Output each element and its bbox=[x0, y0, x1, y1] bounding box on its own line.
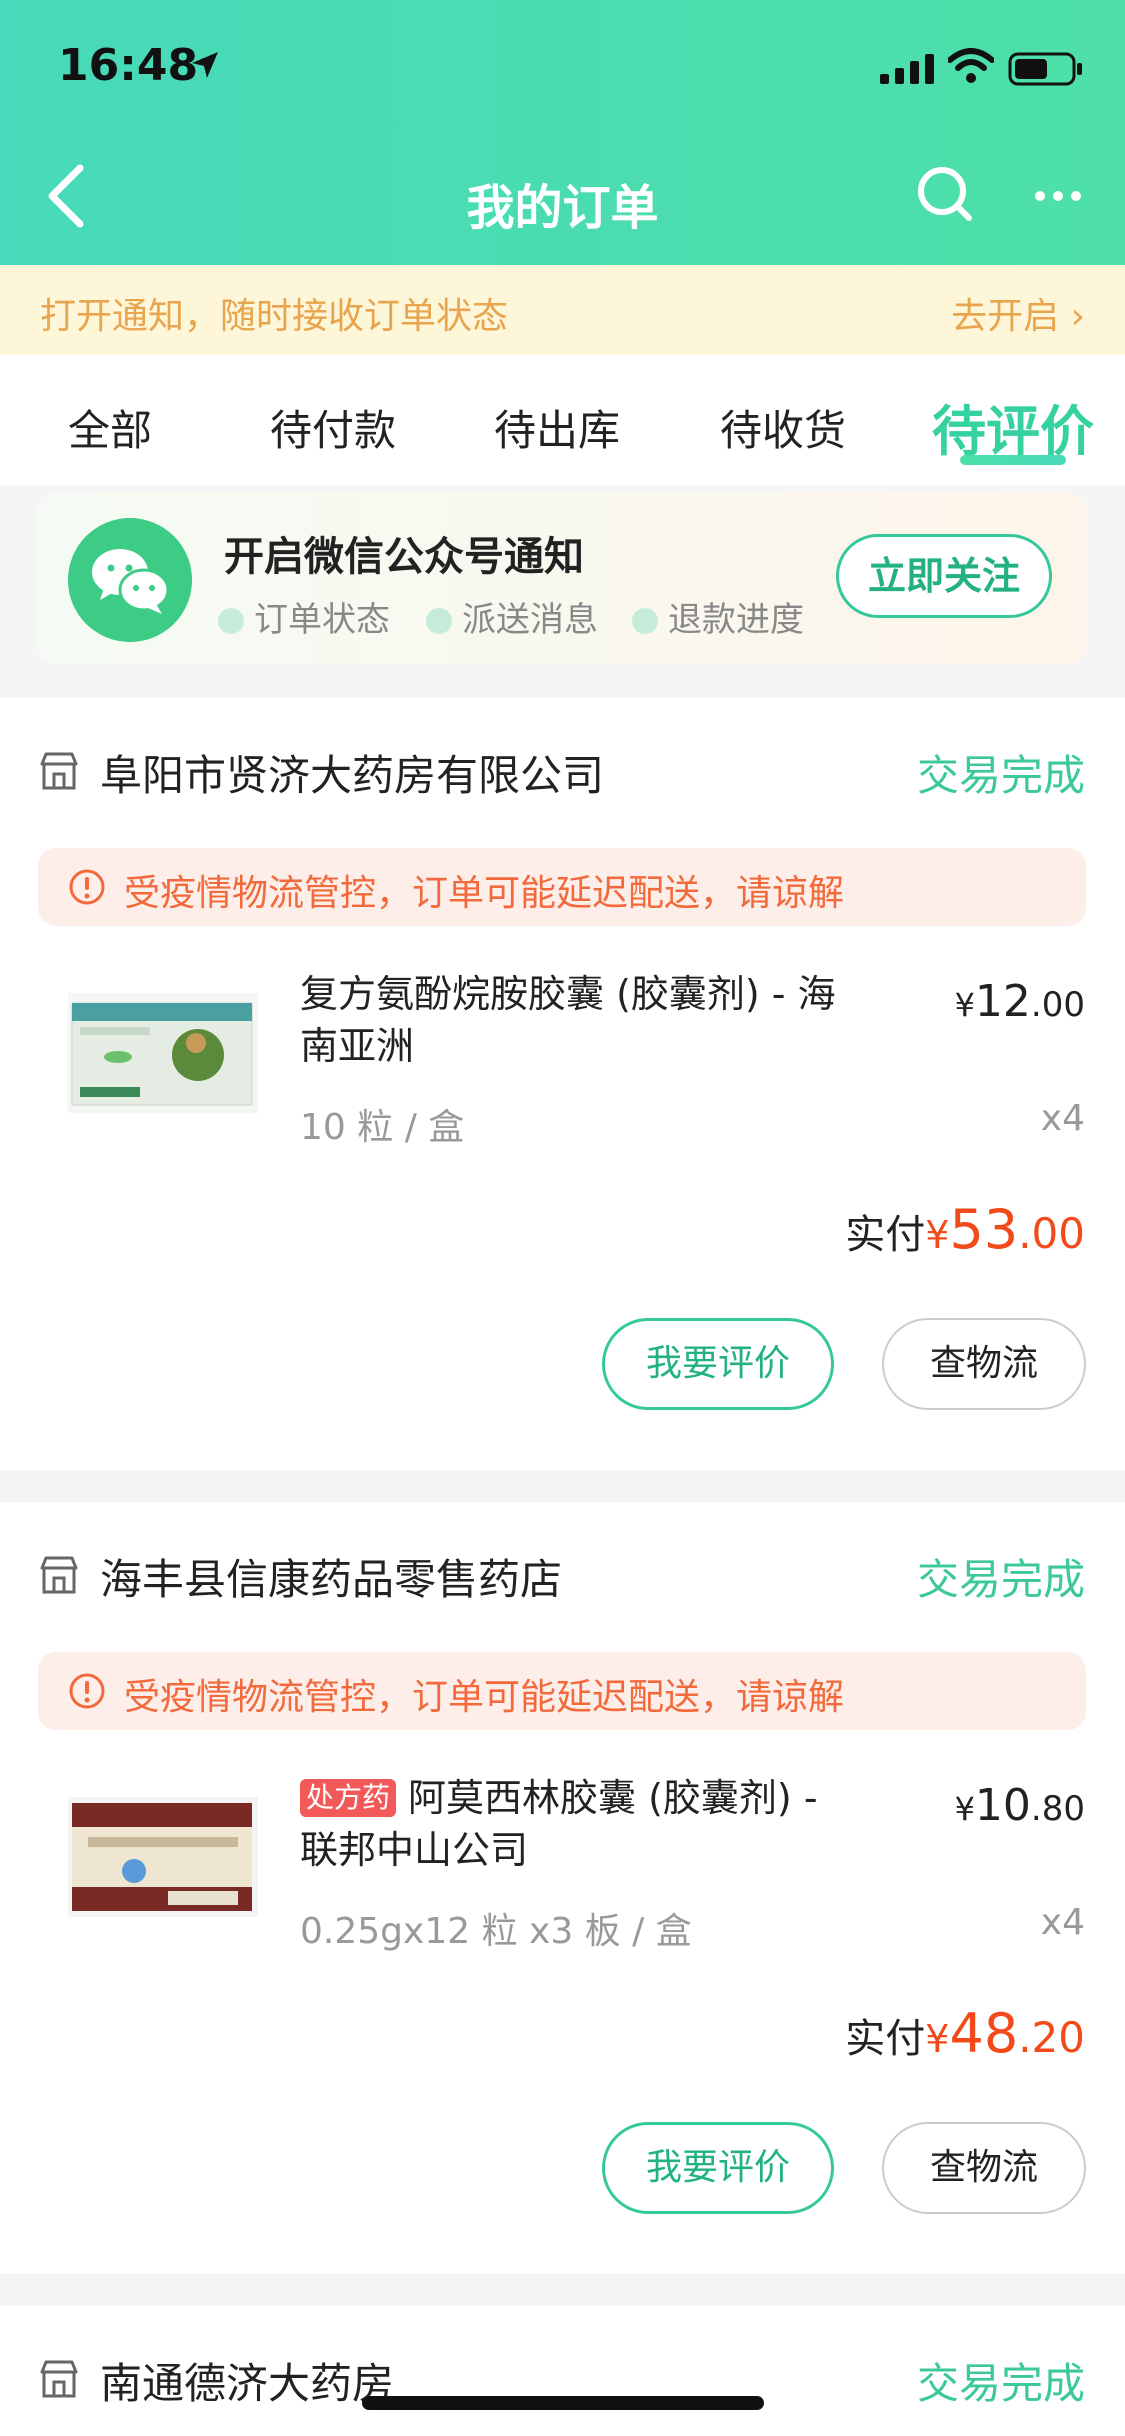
status-time: 16:48 bbox=[58, 40, 199, 91]
enable-notification-link[interactable]: 去开启 › bbox=[951, 287, 1085, 339]
product-image[interactable] bbox=[68, 1797, 258, 1917]
wechat-feature-delivery: 派送消息 bbox=[426, 592, 598, 641]
wechat-feature-refund: 退款进度 bbox=[632, 592, 804, 641]
order-status: 交易完成 bbox=[916, 2359, 1085, 2408]
order-card[interactable]: 海丰县信康药品零售药店 交易完成 受疫情物流管控，订单可能延迟配送，请谅解 处方… bbox=[0, 1502, 1125, 2274]
delivery-delay-notice: 受疫情物流管控，订单可能延迟配送，请谅解 bbox=[38, 1652, 1086, 1730]
order-card[interactable]: 南通德济大药房 交易完成 bbox=[0, 2306, 1125, 2436]
notification-banner: 打开通知，随时接收订单状态 去开启 › bbox=[0, 265, 1125, 355]
wechat-notify-card: 开启微信公众号通知 订单状态 派送消息 退款进度 立即关注 bbox=[38, 492, 1086, 664]
order-status: 交易完成 bbox=[916, 1555, 1085, 1604]
product-spec: 10 粒 / 盒 bbox=[300, 1107, 465, 1148]
active-tab-indicator bbox=[960, 455, 1066, 465]
chevron-right-icon: › bbox=[1070, 296, 1085, 337]
location-arrow-icon bbox=[192, 52, 218, 78]
product-quantity: x4 bbox=[1040, 1902, 1085, 1943]
review-button[interactable]: 我要评价 bbox=[602, 1318, 834, 1410]
notification-banner-text: 打开通知，随时接收订单状态 bbox=[40, 296, 509, 337]
store-icon bbox=[40, 752, 78, 790]
product-quantity: x4 bbox=[1040, 1098, 1085, 1139]
track-logistics-button[interactable]: 查物流 bbox=[882, 2122, 1086, 2214]
check-icon bbox=[218, 608, 244, 634]
product-name[interactable]: 复方氨酚烷胺胶囊 (胶囊剂) - 海南亚洲 bbox=[300, 968, 840, 1072]
search-icon[interactable] bbox=[915, 164, 975, 224]
tab-pending-shipment[interactable]: 待出库 bbox=[494, 397, 620, 458]
store-name[interactable]: 海丰县信康药品零售药店 bbox=[100, 1546, 562, 1607]
wechat-notify-title: 开启微信公众号通知 bbox=[224, 534, 584, 580]
tab-pending-receipt[interactable]: 待收货 bbox=[720, 397, 846, 458]
store-name[interactable]: 南通德济大药房 bbox=[100, 2350, 394, 2411]
product-spec: 0.25gx12 粒 x3 板 / 盒 bbox=[300, 1911, 692, 1952]
check-icon bbox=[426, 608, 452, 634]
order-status: 交易完成 bbox=[916, 751, 1085, 800]
order-tabs: 全部 待付款 待出库 待收货 待评价 bbox=[0, 355, 1125, 485]
tab-pending-payment[interactable]: 待付款 bbox=[270, 397, 396, 458]
store-icon bbox=[40, 1556, 78, 1594]
product-name[interactable]: 处方药 阿莫西林胶囊 (胶囊剂) - 联邦中山公司 bbox=[300, 1772, 840, 1876]
store-icon bbox=[40, 2360, 78, 2398]
battery-icon bbox=[1008, 52, 1082, 86]
home-indicator[interactable] bbox=[362, 2396, 764, 2410]
tab-all[interactable]: 全部 bbox=[68, 397, 152, 458]
store-name[interactable]: 阜阳市贤济大药房有限公司 bbox=[100, 742, 604, 803]
warning-icon bbox=[69, 869, 105, 905]
paid-total: 实付¥48.20 bbox=[845, 2002, 1085, 2065]
check-icon bbox=[632, 608, 658, 634]
prescription-badge: 处方药 bbox=[300, 1779, 397, 1817]
product-price: ¥12.00 bbox=[954, 976, 1085, 1027]
header: 16:48 我的订单 bbox=[0, 0, 1125, 265]
delivery-delay-text: 受疫情物流管控，订单可能延迟配送，请谅解 bbox=[124, 873, 845, 914]
review-button[interactable]: 我要评价 bbox=[602, 2122, 834, 2214]
delivery-delay-text: 受疫情物流管控，订单可能延迟配送，请谅解 bbox=[124, 1677, 845, 1718]
product-image[interactable] bbox=[68, 993, 258, 1113]
paid-total: 实付¥53.00 bbox=[845, 1198, 1085, 1261]
cellular-signal-icon bbox=[880, 54, 934, 84]
wifi-icon bbox=[948, 48, 994, 83]
enable-notification-label: 去开启 bbox=[951, 296, 1060, 337]
wechat-feature-order-status: 订单状态 bbox=[218, 592, 390, 641]
product-price: ¥10.80 bbox=[954, 1780, 1085, 1831]
wechat-icon bbox=[68, 518, 192, 642]
more-icon[interactable] bbox=[1030, 176, 1090, 216]
warning-icon bbox=[69, 1673, 105, 1709]
order-card[interactable]: 阜阳市贤济大药房有限公司 交易完成 受疫情物流管控，订单可能延迟配送，请谅解 复… bbox=[0, 698, 1125, 1470]
track-logistics-button[interactable]: 查物流 bbox=[882, 1318, 1086, 1410]
delivery-delay-notice: 受疫情物流管控，订单可能延迟配送，请谅解 bbox=[38, 848, 1086, 926]
follow-button[interactable]: 立即关注 bbox=[836, 534, 1052, 618]
